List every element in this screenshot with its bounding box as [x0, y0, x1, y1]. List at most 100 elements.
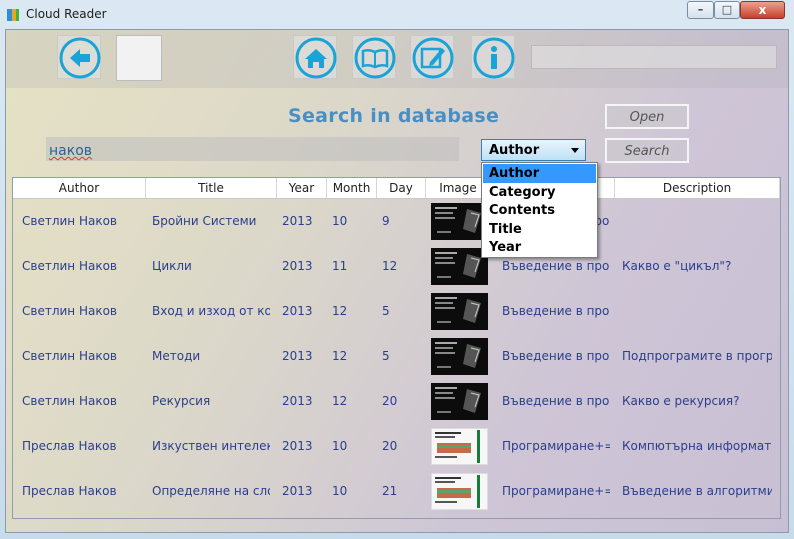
home-icon: [295, 37, 337, 79]
table-row[interactable]: Преслав Наков Изкуствен интелект 2013 10 20 П…: [13, 424, 780, 469]
maximize-icon: □: [721, 3, 733, 16]
cell-author: Светлин Наков: [22, 394, 117, 408]
thumbnail-image: [431, 203, 488, 240]
table-row[interactable]: Светлин Наков Вход и изход от кон 2013 12 5 В…: [13, 289, 780, 334]
info-icon: [473, 37, 515, 79]
cell-day: 20: [382, 439, 398, 453]
cell-year: 2013: [282, 214, 313, 228]
back-arrow-icon: [59, 37, 101, 79]
window-title: Cloud Reader: [26, 7, 107, 21]
search-button[interactable]: Search: [605, 138, 689, 163]
column-header-day[interactable]: Day: [377, 178, 426, 198]
cell-day: 21: [382, 484, 398, 498]
minimize-button[interactable]: –: [687, 1, 714, 19]
info-button[interactable]: [471, 35, 515, 79]
cell-author: Преслав Наков: [22, 439, 117, 453]
cell-month: 10: [332, 214, 348, 228]
cell-title: Изкуствен интелект: [152, 439, 270, 453]
cell-category: Въведение в прогр: [502, 259, 610, 273]
blank-button[interactable]: [116, 35, 162, 81]
search-input[interactable]: наков: [46, 137, 459, 161]
search-field-combo[interactable]: Author: [481, 139, 586, 161]
column-header-author[interactable]: Author: [13, 178, 146, 198]
edit-button[interactable]: [410, 35, 454, 79]
slide-preview-icon: [435, 475, 480, 508]
top-text-field[interactable]: [531, 45, 777, 69]
book-button[interactable]: [352, 35, 396, 79]
table-row[interactable]: Преслав Наков Определяне на слож 2013 10 21 П…: [13, 469, 780, 514]
slide-preview-icon: [435, 252, 481, 278]
cell-title: Вход и изход от кон: [152, 304, 270, 318]
search-label: Search: [624, 144, 670, 159]
cell-year: 2013: [282, 394, 313, 408]
cell-category: Въведение в прогр: [502, 349, 610, 363]
results-table: Author Title Year Month Day Image Description …: [12, 177, 781, 519]
cell-category: Въведение в прогр: [502, 304, 610, 318]
cell-day: 12: [382, 259, 398, 273]
dropdown-option-category[interactable]: Category: [483, 183, 596, 202]
thumbnail-image: [431, 383, 488, 420]
thumbnail-image: [431, 293, 488, 330]
dropdown-option-year[interactable]: Year: [483, 238, 596, 257]
cell-category: Въведение в прогр: [502, 394, 610, 408]
app-window: Cloud Reader – □ x Search in database Op…: [0, 0, 794, 539]
table-header: Author Title Year Month Day Image Description: [13, 178, 780, 199]
cell-month: 12: [332, 349, 348, 363]
cell-description: Компютърна информати: [622, 439, 772, 453]
thumbnail-image: [431, 338, 488, 375]
slide-preview-icon: [435, 342, 481, 368]
column-header-description[interactable]: Description: [615, 178, 780, 198]
cell-year: 2013: [282, 259, 313, 273]
cell-day: 9: [382, 214, 390, 228]
title-bar: Cloud Reader – □ x: [0, 0, 794, 30]
cell-author: Светлин Наков: [22, 214, 117, 228]
cell-title: Методи: [152, 349, 201, 363]
cell-year: 2013: [282, 349, 313, 363]
dropdown-option-title[interactable]: Title: [483, 220, 596, 239]
close-icon: x: [758, 3, 767, 17]
cell-month: 12: [332, 304, 348, 318]
search-field-dropdown: Author Category Contents Title Year: [481, 162, 598, 258]
cell-description: Какво е "цикъл"?: [622, 259, 732, 273]
cell-year: 2013: [282, 304, 313, 318]
cell-title: Рекурсия: [152, 394, 211, 408]
table-row[interactable]: Светлин НаковБройни Системи2013109Въведе…: [13, 199, 780, 244]
open-label: Open: [629, 110, 665, 125]
cell-author: Светлин Наков: [22, 259, 117, 273]
cell-title: Определяне на слож: [152, 484, 270, 498]
cell-description: Какво е рекурсия?: [622, 394, 740, 408]
search-field-value: Author: [489, 143, 540, 158]
chevron-down-icon: [571, 148, 579, 153]
table-row[interactable]: Светлин Наков Методи 2013 12 5 Въведение в пр…: [13, 334, 780, 379]
close-button[interactable]: x: [740, 1, 785, 19]
cell-month: 10: [332, 484, 348, 498]
cell-month: 12: [332, 394, 348, 408]
cell-month: 10: [332, 439, 348, 453]
book-app-icon: [7, 9, 19, 21]
edit-icon: [412, 37, 454, 79]
dropdown-option-contents[interactable]: Contents: [483, 201, 596, 220]
cell-day: 20: [382, 394, 398, 408]
back-button[interactable]: [57, 35, 101, 79]
cell-day: 5: [382, 349, 390, 363]
table-row[interactable]: Светлин Наков Рекурсия 2013 12 20 Въведение в…: [13, 379, 780, 424]
cell-description: Въведение в алгоритми: [622, 484, 772, 498]
table-row[interactable]: Светлин Наков Цикли 2013 11 12 Въведение в пр…: [13, 244, 780, 289]
open-button[interactable]: Open: [605, 104, 689, 129]
page-title: Search in database: [288, 105, 500, 127]
minimize-icon: –: [697, 3, 704, 16]
cell-author: Преслав Наков: [22, 484, 117, 498]
slide-preview-icon: [435, 207, 481, 233]
home-button[interactable]: [293, 35, 337, 79]
thumbnail-image: [431, 428, 488, 465]
slide-preview-icon: [435, 297, 481, 323]
column-header-title[interactable]: Title: [146, 178, 277, 198]
cell-month: 11: [332, 259, 348, 273]
column-header-year[interactable]: Year: [277, 178, 327, 198]
thumbnail-image: [431, 248, 488, 285]
cell-title: Бройни Системи: [152, 214, 257, 228]
dropdown-option-author[interactable]: Author: [483, 164, 596, 183]
column-header-month[interactable]: Month: [327, 178, 377, 198]
thumbnail-image: [431, 473, 488, 510]
maximize-button[interactable]: □: [714, 1, 740, 19]
